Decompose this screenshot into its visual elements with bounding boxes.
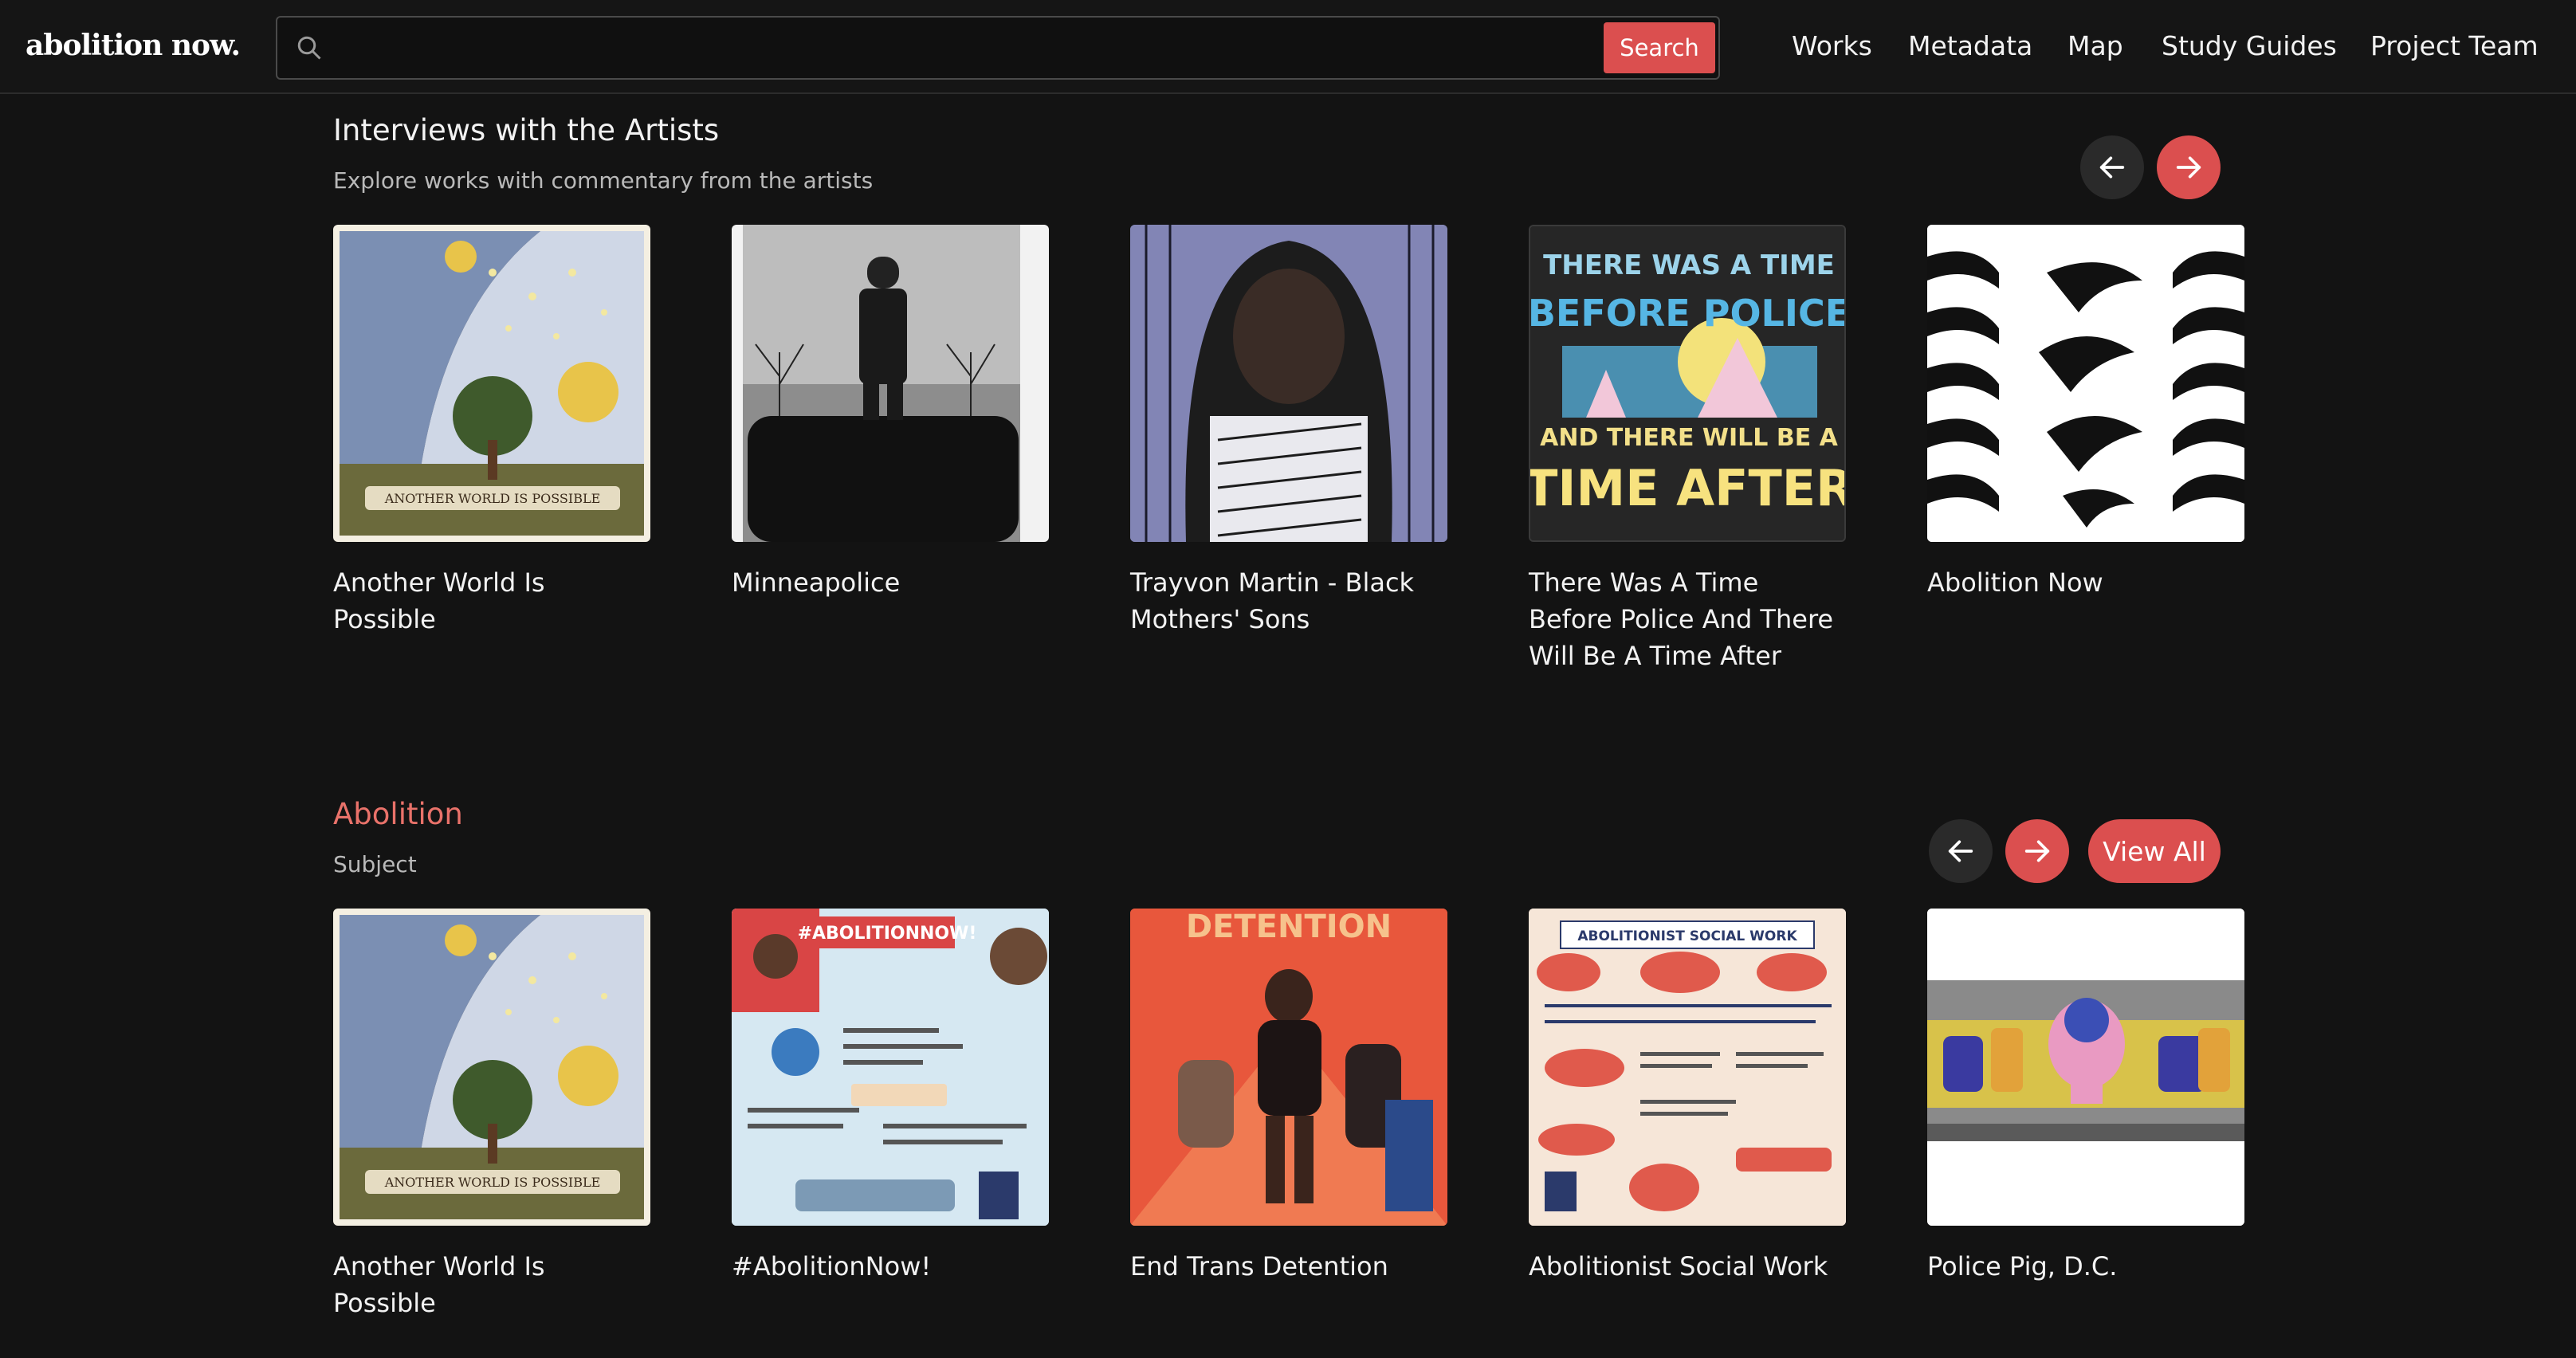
artwork-abolition-now	[1927, 225, 2244, 542]
card-thumb-another-world[interactable]: ANOTHER WORLD IS POSSIBLE	[333, 225, 650, 542]
card-title[interactable]: End Trans Detention	[1130, 1248, 1449, 1285]
nav-works[interactable]: Works	[1792, 30, 1872, 61]
section-subtitle-interviews: Explore works with commentary from the a…	[333, 167, 874, 194]
artwork-there-was-a-time: THERE WAS A TIME BEFORE POLICE AND THERE…	[1530, 226, 1846, 540]
artwork-minneapolice	[743, 225, 1020, 542]
search-bar: Search	[276, 16, 1720, 80]
artwork-end-trans-detention: DETENTION	[1130, 909, 1447, 1226]
card-thumb-there-was-a-time[interactable]: THERE WAS A TIME BEFORE POLICE AND THERE…	[1529, 225, 1846, 542]
search-button[interactable]: Search	[1604, 22, 1715, 73]
artwork-title: ABOLITIONIST SOCIAL WORK	[1577, 928, 1797, 944]
card-thumb-abolition-now[interactable]	[1927, 225, 2244, 542]
search-icon	[297, 36, 321, 60]
arrow-left-icon	[1948, 840, 1973, 862]
artwork-abolitionnow: #ABOLITIONNOW!	[732, 909, 1049, 1226]
top-header: abolition now. Search Works Metadata Map…	[0, 0, 2576, 94]
card-thumb-abolitionnow[interactable]: #ABOLITIONNOW!	[732, 909, 1049, 1226]
artwork-caption: ANOTHER WORLD IS POSSIBLE	[384, 491, 601, 506]
arrow-right-icon	[2024, 840, 2050, 862]
card-thumb-police-pig[interactable]	[1927, 909, 2244, 1226]
artwork-police-pig	[1927, 909, 2244, 1226]
card-thumb-minneapolice[interactable]	[732, 225, 1049, 542]
card-thumb-end-trans-detention[interactable]: DETENTION	[1130, 909, 1447, 1226]
nav-study-guides[interactable]: Study Guides	[2162, 30, 2337, 61]
artwork-line-1: THERE WAS A TIME	[1543, 249, 1835, 281]
card-title[interactable]: Abolitionist Social Work	[1529, 1248, 1848, 1285]
card-title[interactable]: Minneapolice	[732, 564, 1050, 601]
abolition-next-button[interactable]	[2005, 819, 2069, 883]
card-title[interactable]: Another World Is Possible	[333, 564, 652, 638]
artwork-caption: ANOTHER WORLD IS POSSIBLE	[384, 1175, 601, 1190]
abolition-prev-button[interactable]	[1929, 819, 1993, 883]
card-title[interactable]: Police Pig, D.C.	[1927, 1248, 2246, 1285]
artwork-title: DETENTION	[1186, 909, 1392, 945]
interviews-prev-button[interactable]	[2080, 135, 2144, 199]
search-input[interactable]	[341, 26, 1591, 70]
card-title[interactable]: Trayvon Martin - Black Mothers' Sons	[1130, 564, 1449, 638]
card-thumb-abolitionist-social-work[interactable]: ABOLITIONIST SOCIAL WORK	[1529, 909, 1846, 1226]
nav-metadata[interactable]: Metadata	[1908, 30, 2032, 61]
artwork-trayvon	[1130, 225, 1447, 542]
card-title[interactable]: Another World Is Possible	[333, 1248, 652, 1321]
artwork-hashtag: #ABOLITIONNOW!	[798, 924, 977, 944]
arrow-left-icon	[2099, 156, 2125, 179]
card-title[interactable]: #AbolitionNow!	[732, 1248, 1050, 1285]
artwork-line-4: TIME AFTER	[1530, 459, 1846, 517]
nav-project-team[interactable]: Project Team	[2370, 30, 2539, 61]
artwork-another-world: ANOTHER WORLD IS POSSIBLE	[340, 915, 644, 1219]
artwork-line-3: AND THERE WILL BE A	[1540, 424, 1839, 452]
site-logo[interactable]: abolition now.	[26, 29, 241, 62]
card-thumb-trayvon[interactable]	[1130, 225, 1447, 542]
section-title-abolition[interactable]: Abolition	[333, 797, 463, 831]
card-title[interactable]: Abolition Now	[1927, 564, 2246, 601]
card-title[interactable]: There Was A Time Before Police And There…	[1529, 564, 1848, 674]
card-thumb-another-world[interactable]: ANOTHER WORLD IS POSSIBLE	[333, 909, 650, 1226]
artwork-line-2: BEFORE POLICE	[1530, 292, 1846, 335]
view-all-button[interactable]: View All	[2088, 819, 2221, 883]
arrow-right-icon	[2176, 156, 2201, 179]
interviews-next-button[interactable]	[2157, 135, 2221, 199]
section-title-interviews: Interviews with the Artists	[333, 113, 720, 147]
section-subtitle-abolition: Subject	[333, 851, 417, 877]
nav-map[interactable]: Map	[2067, 30, 2123, 61]
artwork-abolitionist-social-work: ABOLITIONIST SOCIAL WORK	[1529, 909, 1846, 1226]
artwork-another-world: ANOTHER WORLD IS POSSIBLE	[340, 231, 644, 536]
